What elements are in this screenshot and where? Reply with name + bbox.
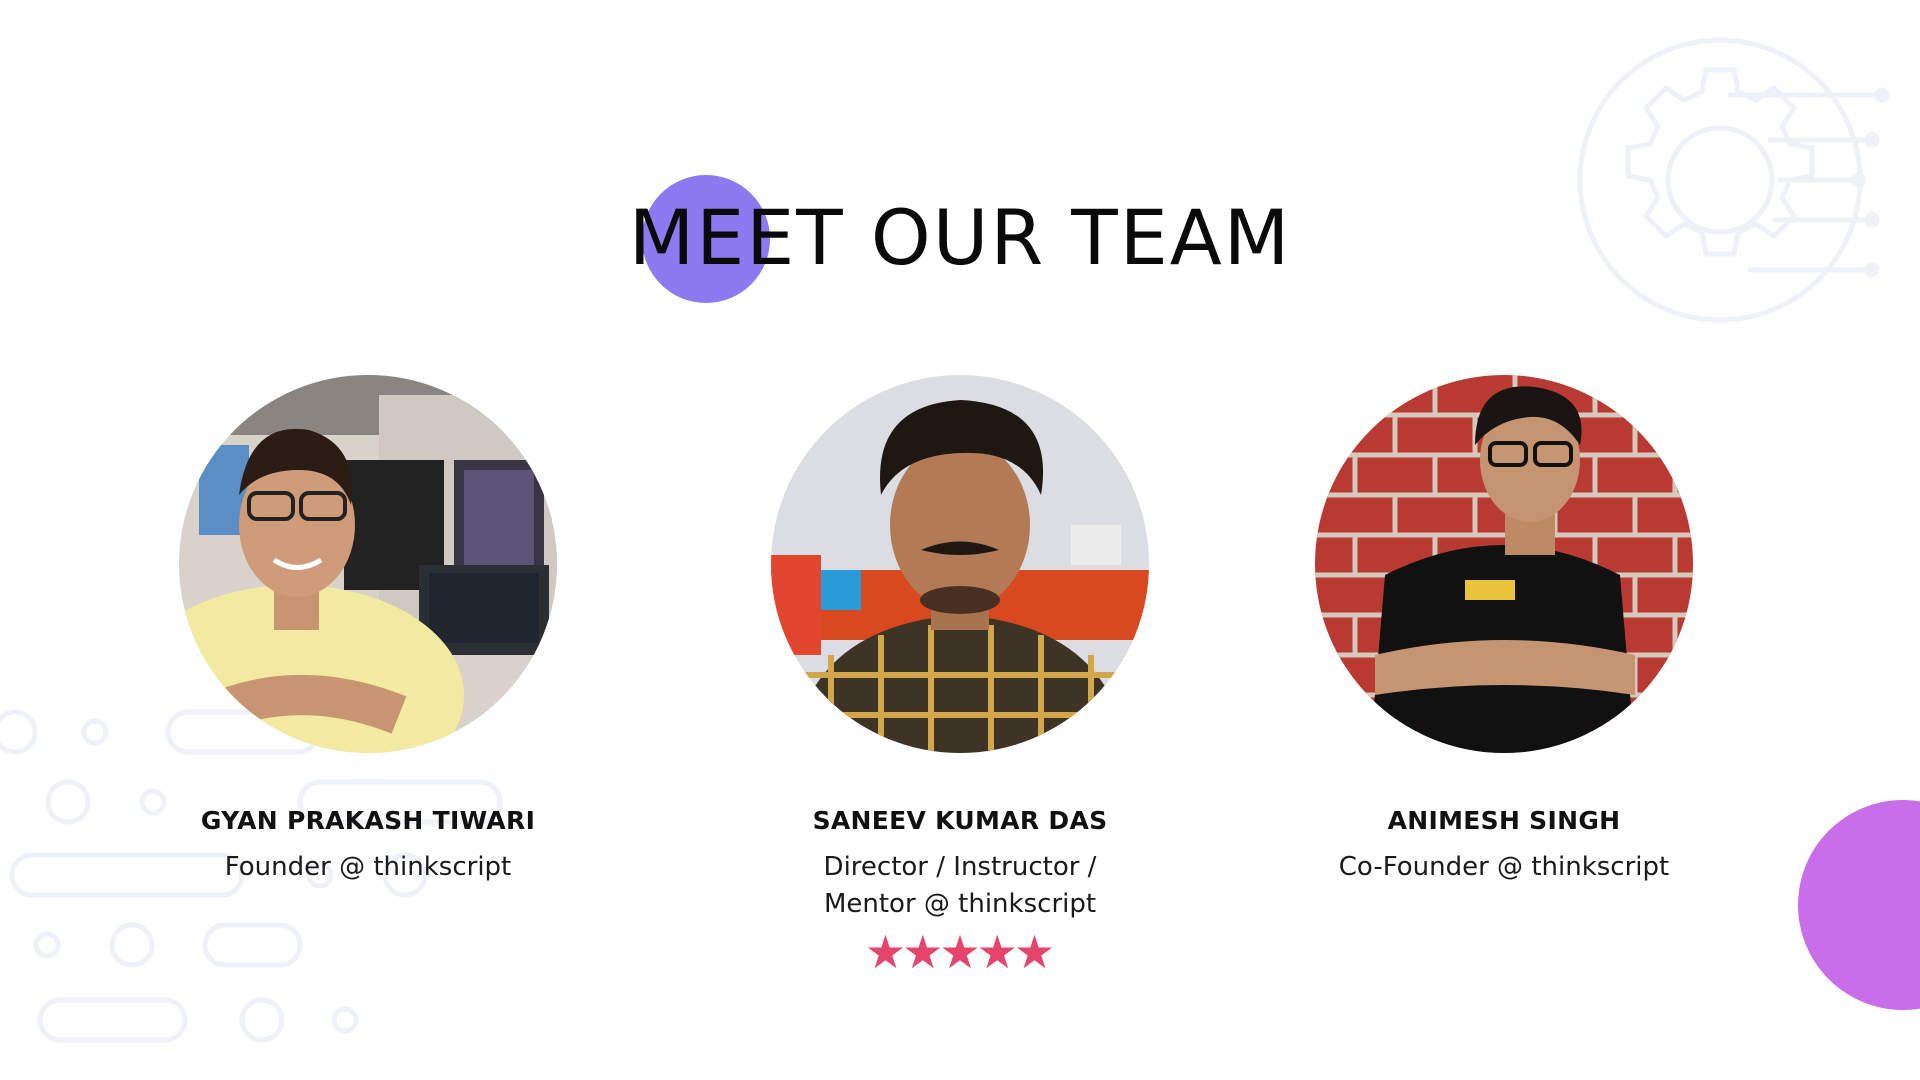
member-name: GYAN PRAKASH TIWARI	[200, 806, 536, 835]
team-member-card: ANIMESH SINGH Co-Founder @ thinkscript	[1284, 375, 1724, 886]
member-role-line: Mentor @ thinkscript	[823, 889, 1097, 919]
team-section: GYAN PRAKASH TIWARI Founder @ thinkscrip…	[0, 375, 1920, 975]
avatar	[1315, 375, 1693, 753]
member-role: Founder @ thinkscript	[148, 849, 588, 886]
avatar	[771, 375, 1149, 753]
member-name: ANIMESH SINGH	[1387, 806, 1621, 835]
star-rating: ★★★★★	[740, 929, 1180, 975]
star-icon: ★	[939, 926, 981, 978]
member-role-line: Founder @ thinkscript	[224, 852, 512, 882]
star-icon: ★	[1013, 926, 1056, 978]
star-icon: ★	[976, 926, 1018, 978]
team-member-card: GYAN PRAKASH TIWARI Founder @ thinkscrip…	[148, 375, 588, 886]
member-role-line: Co-Founder @ thinkscript	[1338, 852, 1670, 882]
member-role-line: Director / Instructor /	[823, 852, 1097, 882]
star-icon: ★	[864, 926, 907, 978]
avatar	[179, 375, 557, 753]
member-role: Director / Instructor / Mentor @ thinksc…	[740, 849, 1180, 923]
member-role: Co-Founder @ thinkscript	[1284, 849, 1724, 886]
title-section: MEET OUR TEAM	[0, 160, 1920, 310]
star-icon: ★	[902, 926, 944, 978]
team-member-card: SANEEV KUMAR DAS Director / Instructor /…	[740, 375, 1180, 975]
page-title: MEET OUR TEAM	[628, 193, 1292, 282]
member-name: SANEEV KUMAR DAS	[812, 806, 1108, 835]
